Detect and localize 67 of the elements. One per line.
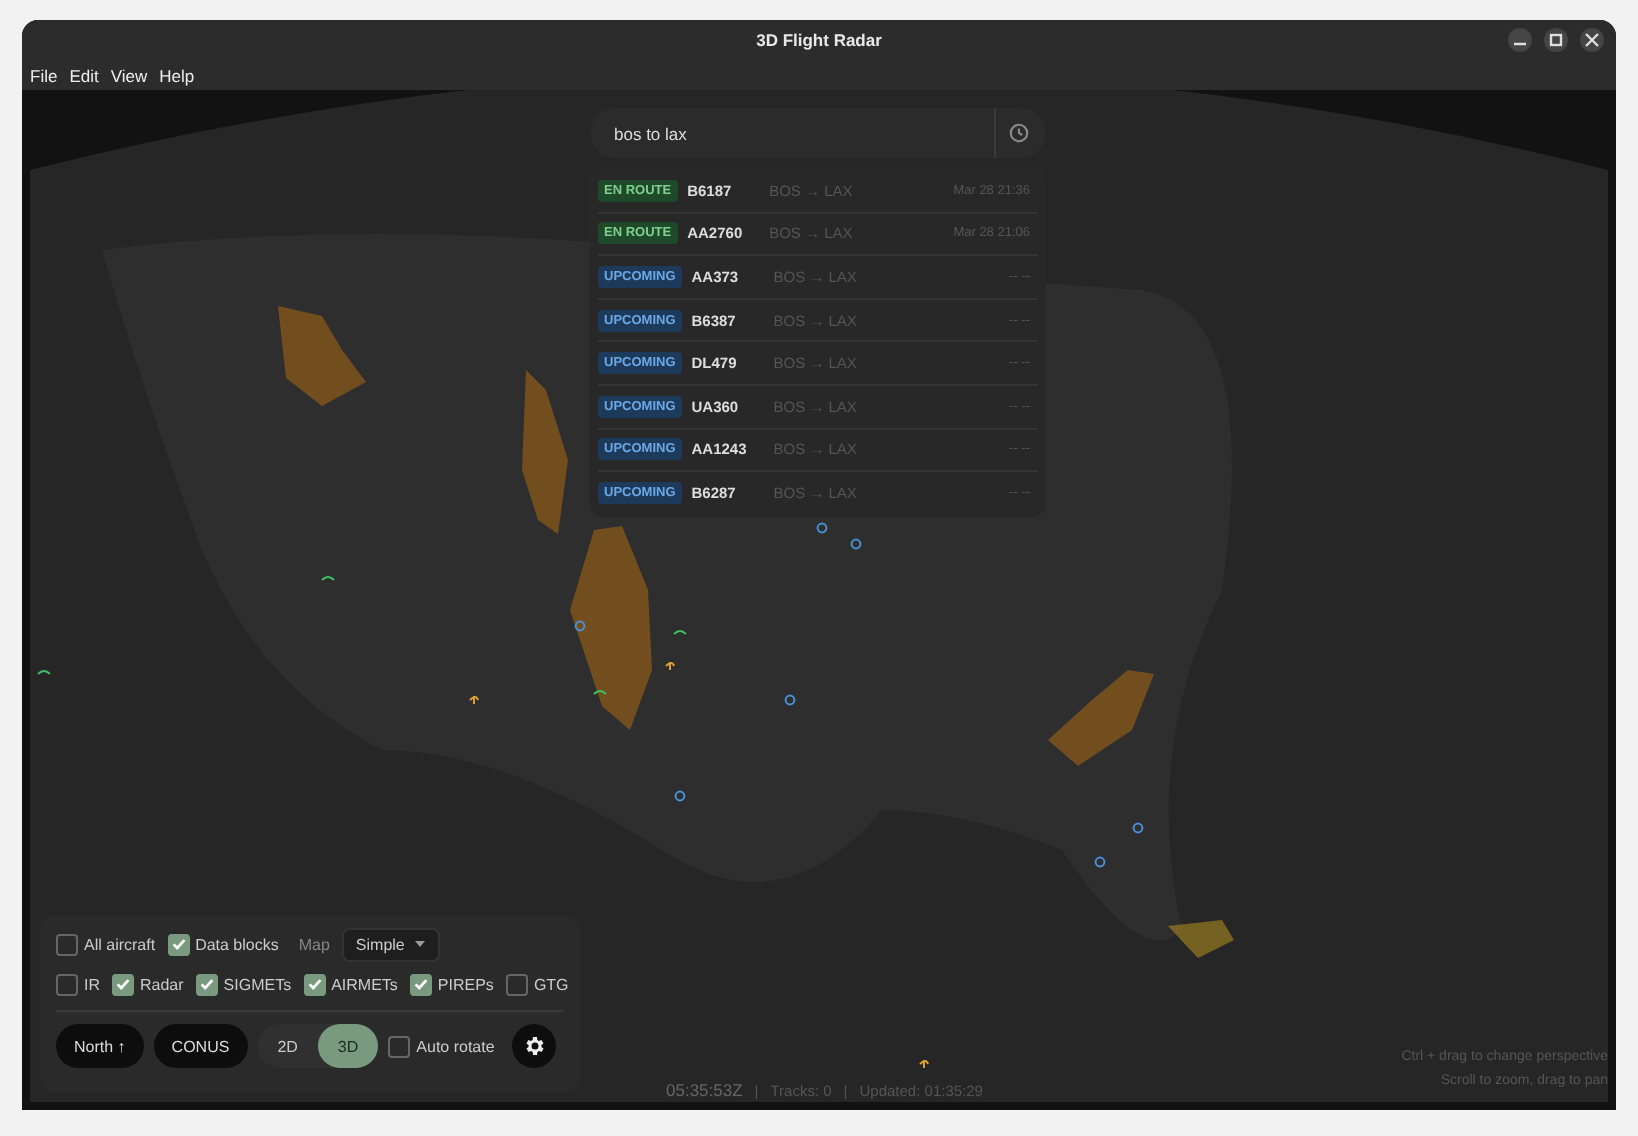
- checkbox-label: SIGMETs: [223, 975, 292, 993]
- aircraft-marker[interactable]: [850, 538, 862, 550]
- checkbox-option[interactable]: PIREPs: [409, 973, 494, 995]
- map-label: Map: [298, 935, 330, 953]
- sigmet-area: [1048, 670, 1154, 766]
- maximize-icon: [1548, 32, 1564, 48]
- map-dropdown[interactable]: Simple: [341, 927, 441, 961]
- checkbox-label: PIREPs: [437, 975, 494, 993]
- aircraft-marker[interactable]: [816, 522, 828, 534]
- checkbox[interactable]: [505, 973, 528, 995]
- checkbox[interactable]: [409, 973, 432, 995]
- menu-item[interactable]: File: [30, 65, 58, 85]
- checkbox-option[interactable]: IR: [56, 973, 100, 995]
- checkbox-label: AIRMETs: [331, 975, 398, 993]
- view-mode-option[interactable]: 2D: [257, 1024, 318, 1068]
- checkbox[interactable]: [195, 973, 218, 995]
- sigmet-area: [278, 306, 366, 406]
- aircraft-marker[interactable]: [665, 661, 675, 671]
- close-button[interactable]: [1580, 28, 1604, 52]
- aircraft-marker[interactable]: [673, 630, 687, 635]
- checkbox-option[interactable]: SIGMETs: [195, 973, 292, 995]
- minimize-button[interactable]: [1508, 28, 1532, 52]
- close-icon: [1584, 32, 1600, 48]
- sigmet-area: [1168, 920, 1234, 958]
- checkbox-option[interactable]: Radar: [112, 973, 184, 995]
- aircraft-marker[interactable]: [919, 1059, 929, 1069]
- checkbox[interactable]: [388, 1035, 411, 1057]
- checkbox-label: All aircraft: [84, 935, 156, 953]
- aircraft-marker[interactable]: [593, 690, 607, 695]
- checkbox-option[interactable]: GTG: [505, 973, 569, 995]
- maximize-button[interactable]: [1544, 28, 1568, 52]
- window-title: 3D Flight Radar: [756, 30, 882, 50]
- search-field[interactable]: bos to lax: [590, 108, 1046, 158]
- checkbox[interactable]: [167, 933, 190, 955]
- caret-icon: [414, 940, 427, 948]
- checkbox[interactable]: [56, 973, 78, 995]
- settings-button[interactable]: [512, 1024, 557, 1068]
- aircraft-marker[interactable]: [674, 790, 686, 802]
- menu-item[interactable]: Help: [159, 65, 195, 85]
- view-button[interactable]: North ↑: [56, 1024, 144, 1068]
- utc-clock: 05:35:53Z: [666, 1080, 743, 1100]
- checkbox[interactable]: [303, 973, 326, 995]
- aircraft-marker[interactable]: [1094, 856, 1106, 868]
- settings-icon: [522, 1034, 547, 1058]
- aircraft-marker[interactable]: [469, 695, 479, 705]
- history-icon[interactable]: [1008, 122, 1030, 144]
- menu-item[interactable]: Edit: [69, 65, 99, 85]
- view-mode-option[interactable]: 3D: [317, 1024, 379, 1068]
- checkbox-label: Radar: [140, 975, 184, 993]
- checkbox-label: GTG: [533, 975, 569, 993]
- checkbox-option[interactable]: All aircraft: [56, 933, 156, 955]
- aircraft-marker[interactable]: [321, 576, 335, 581]
- view-button[interactable]: CONUS: [153, 1024, 248, 1068]
- aircraft-marker[interactable]: [574, 620, 586, 632]
- aircraft-marker[interactable]: [1132, 822, 1144, 834]
- aircraft-marker[interactable]: [37, 670, 51, 675]
- checkbox-option[interactable]: Auto rotate: [388, 1035, 495, 1057]
- menu-item[interactable]: View: [110, 65, 148, 85]
- checkbox[interactable]: [56, 933, 78, 955]
- checkbox-label: IR: [84, 975, 100, 993]
- checkbox[interactable]: [112, 973, 134, 995]
- aircraft-marker[interactable]: [784, 694, 796, 706]
- checkbox-label: Data blocks: [195, 935, 279, 953]
- checkbox-option[interactable]: Data blocks: [167, 933, 279, 955]
- search-input[interactable]: bos to lax: [614, 123, 994, 143]
- checkbox-option[interactable]: AIRMETs: [303, 973, 398, 995]
- checkbox-label: Auto rotate: [416, 1037, 495, 1055]
